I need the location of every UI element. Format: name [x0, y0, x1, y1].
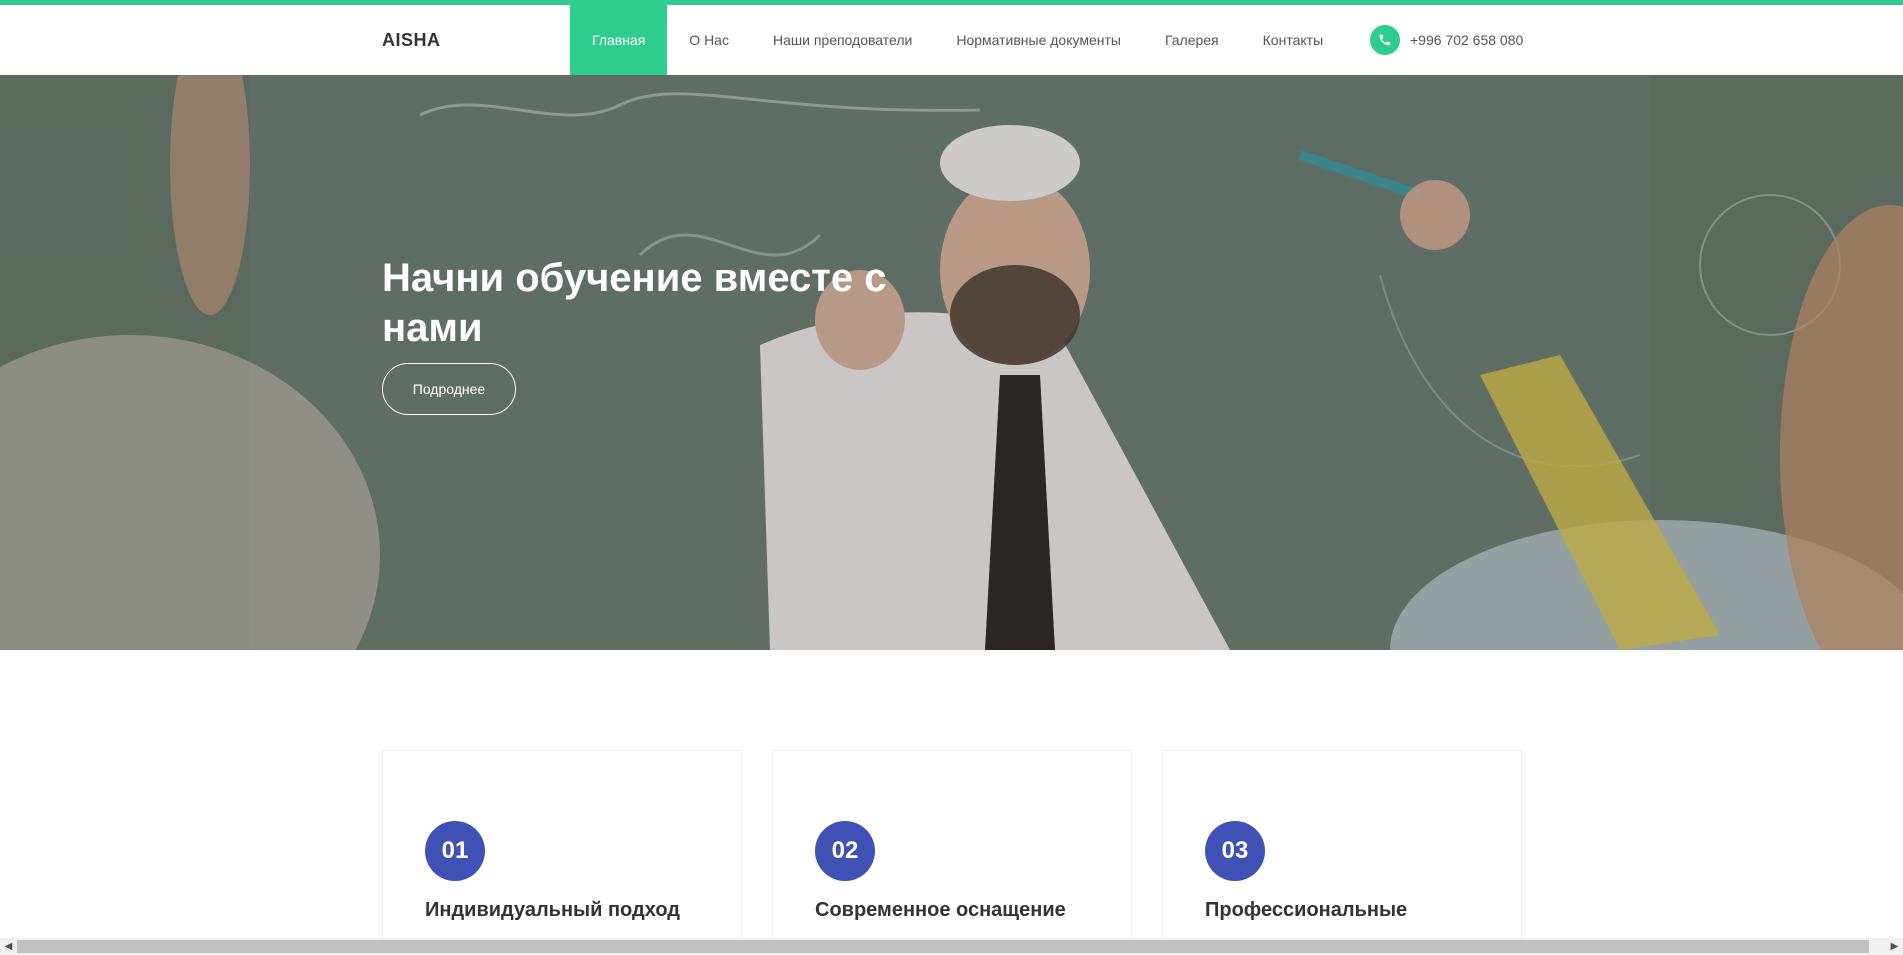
phone-contact[interactable]: +996 702 658 080 [1370, 5, 1523, 75]
nav-item-gallery[interactable]: Галерея [1143, 5, 1241, 75]
nav-item-teachers[interactable]: Наши преподователи [751, 5, 934, 75]
feature-card: 02 Современное оснащение [772, 750, 1132, 952]
scroll-left-icon[interactable]: ◀ [0, 938, 17, 955]
feature-title: Профессиональные [1205, 899, 1408, 921]
feature-card: 03 Профессиональные [1162, 750, 1522, 952]
navbar: AISHA Главная О Нас Наши преподователи Н… [0, 5, 1903, 75]
feature-title: Современное оснащение [815, 899, 1066, 921]
feature-card: 01 Индивидуальный подход [382, 750, 742, 952]
phone-number: +996 702 658 080 [1410, 32, 1524, 48]
nav-item-contacts[interactable]: Контакты [1241, 5, 1345, 75]
scroll-right-icon[interactable]: ▶ [1886, 938, 1903, 955]
hero-title: Начни обучение вместе с нами [382, 256, 887, 350]
more-button[interactable]: Подроднее [382, 363, 516, 415]
main-nav: Главная О Нас Наши преподователи Нормати… [570, 5, 1345, 75]
feature-number-badge: 01 [425, 821, 485, 881]
feature-number-badge: 03 [1205, 821, 1265, 881]
feature-title: Индивидуальный подход [425, 899, 680, 921]
phone-icon [1370, 25, 1400, 55]
brand-logo[interactable]: AISHA [382, 5, 441, 75]
nav-item-about[interactable]: О Нас [667, 5, 751, 75]
hero-overlay [0, 75, 1903, 650]
scrollbar-thumb[interactable] [17, 940, 1869, 953]
feature-number-badge: 02 [815, 821, 875, 881]
nav-item-home[interactable]: Главная [570, 5, 668, 75]
horizontal-scrollbar[interactable]: ◀ ▶ [0, 938, 1903, 955]
features-section: 01 Индивидуальный подход 02 Современное … [382, 750, 1522, 952]
nav-item-documents[interactable]: Нормативные документы [934, 5, 1143, 75]
hero-section: Начни обучение вместе с нами Подроднее [0, 75, 1903, 650]
